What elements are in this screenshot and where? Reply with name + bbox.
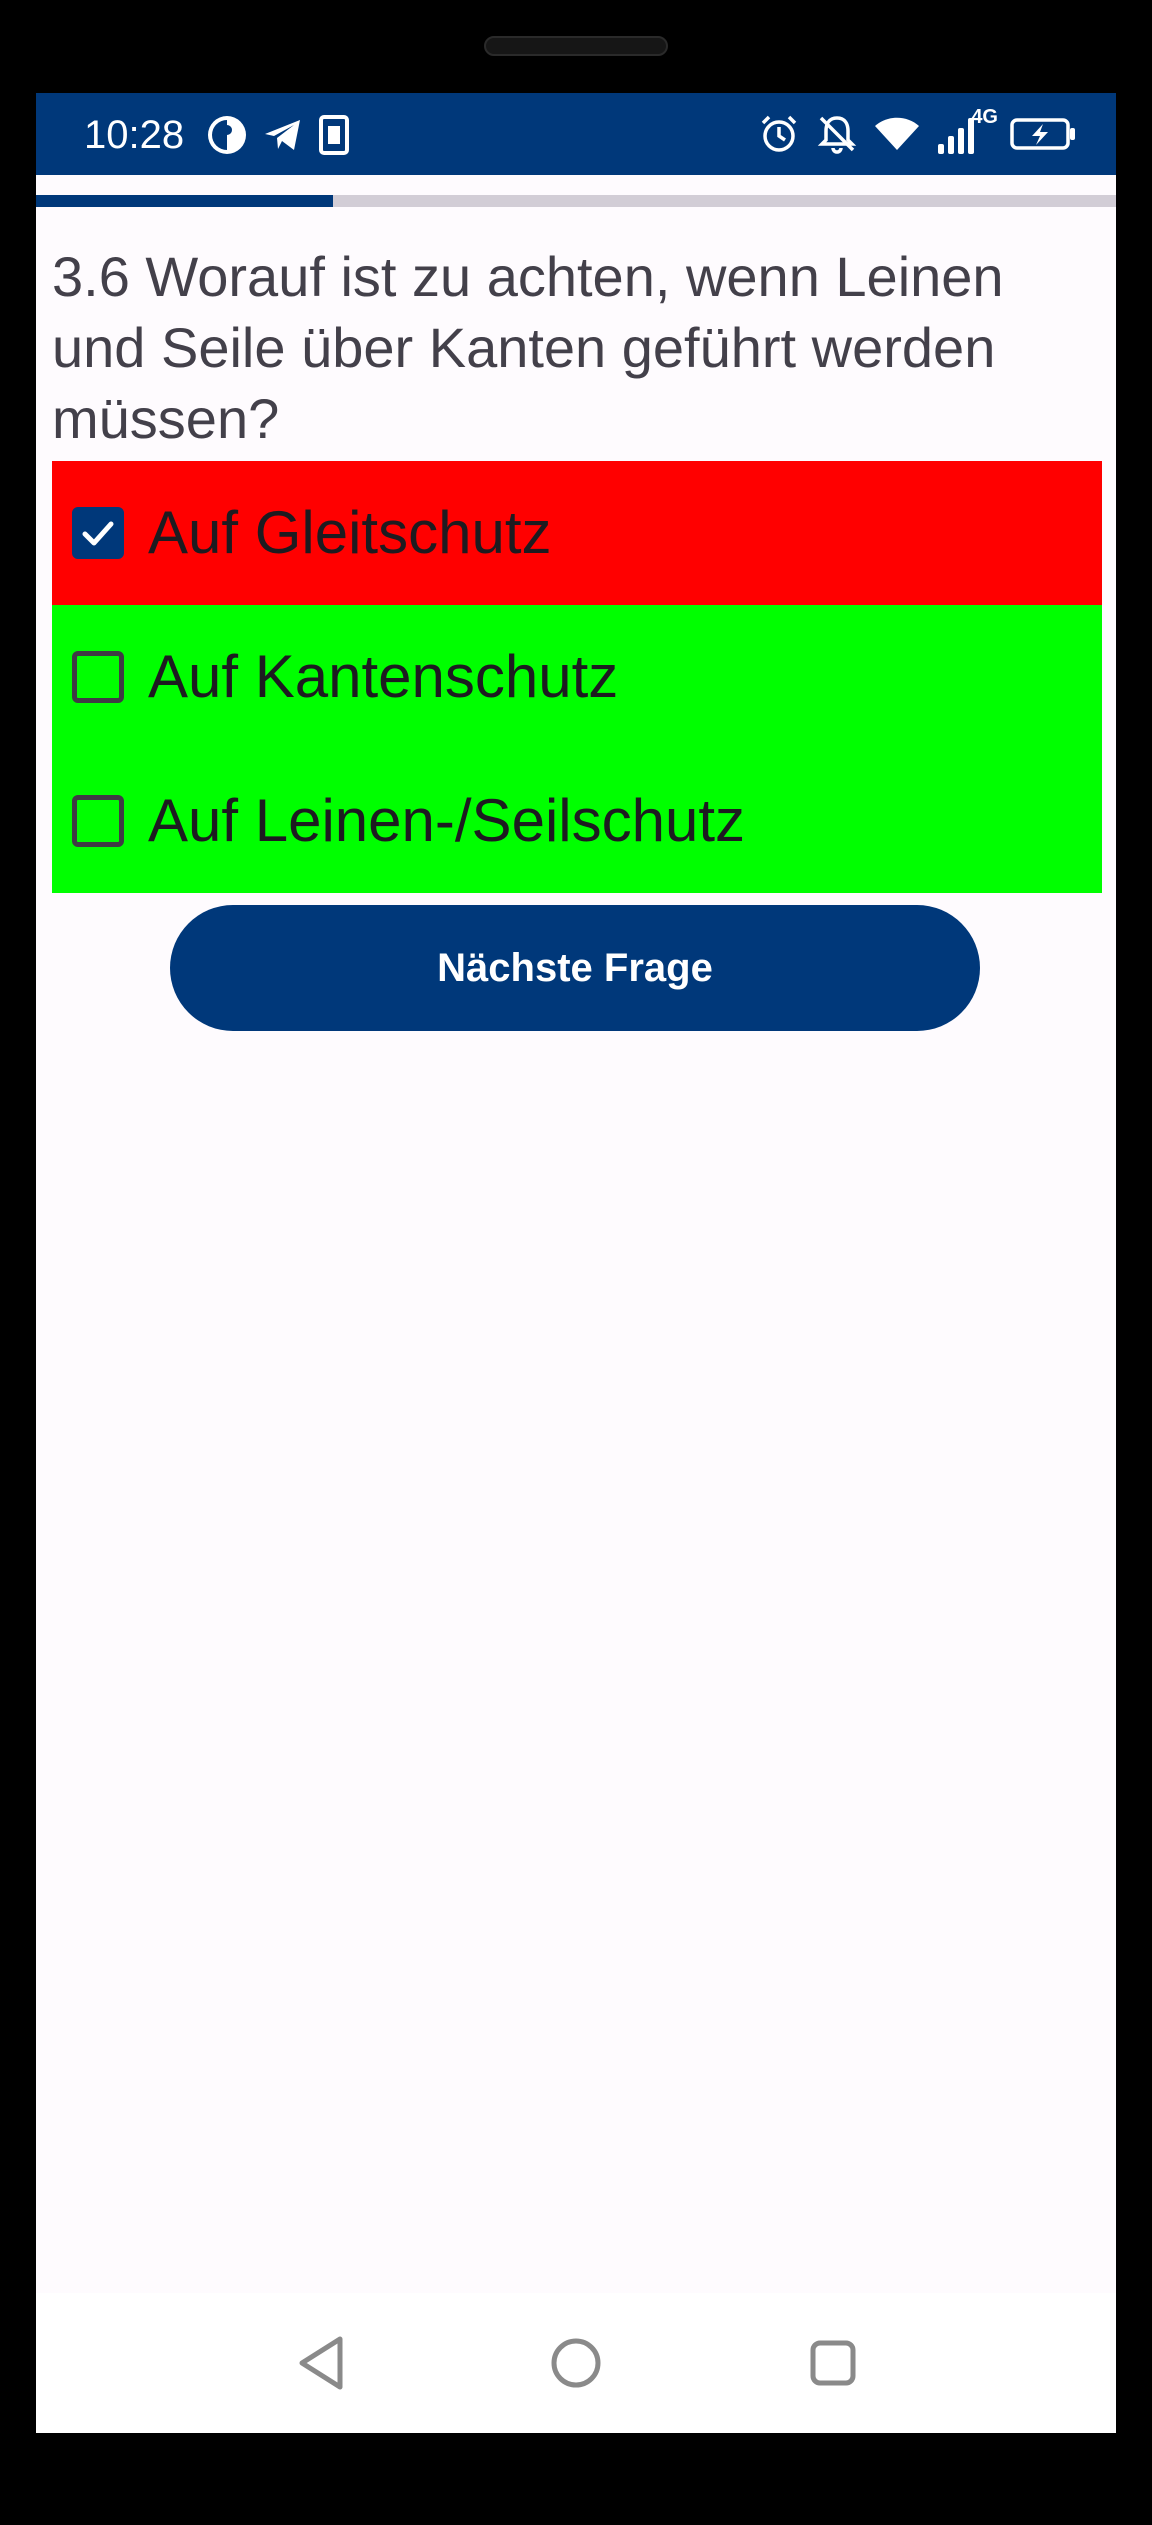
answer-label-3: Auf Leinen-/Seilschutz xyxy=(148,787,746,854)
wifi-icon xyxy=(874,114,920,154)
navigation-bar xyxy=(36,2293,1116,2433)
recents-button[interactable] xyxy=(795,2325,871,2401)
answer-option-1[interactable]: Auf Gleitschutz xyxy=(52,461,1102,605)
phone-speaker xyxy=(484,36,668,56)
home-icon xyxy=(551,2338,601,2388)
status-bar: 10:28 4G xyxy=(36,93,1116,175)
answer-checkbox-3[interactable] xyxy=(72,795,124,847)
status-left-icons xyxy=(206,113,350,157)
battery-charging-icon xyxy=(1010,117,1076,151)
alarm-icon xyxy=(758,113,800,155)
progress-bar-fill xyxy=(36,195,333,207)
answer-checkbox-2[interactable] xyxy=(72,651,124,703)
answer-label-1: Auf Gleitschutz xyxy=(148,499,552,566)
answer-list: Auf Gleitschutz Auf Kantenschutz Auf Lei… xyxy=(52,461,1102,893)
phone-frame: 10:28 4G 3.6 Worauf ist zu achten, wenn … xyxy=(0,0,1152,2525)
notifications-off-icon xyxy=(816,113,858,155)
screen: 10:28 4G 3.6 Worauf ist zu achten, wenn … xyxy=(36,93,1116,2433)
home-button[interactable] xyxy=(538,2325,614,2401)
sim-card-icon xyxy=(318,114,350,156)
progress-bar xyxy=(36,195,1116,207)
telegram-icon xyxy=(262,114,304,156)
question-text: 3.6 Worauf ist zu achten, wenn Leinen un… xyxy=(52,245,1004,450)
answer-option-3[interactable]: Auf Leinen-/Seilschutz xyxy=(52,749,1102,893)
status-right-icons: 4G xyxy=(758,106,1076,157)
back-icon xyxy=(299,2336,343,2390)
next-question-button[interactable]: Nächste Frage xyxy=(170,905,980,1031)
app-notification-icon xyxy=(206,114,248,156)
checkmark-icon xyxy=(82,521,114,546)
status-time: 10:28 xyxy=(84,113,185,157)
answer-checkbox-1[interactable] xyxy=(72,507,124,559)
network-type-label: 4G xyxy=(971,106,998,128)
answer-option-2[interactable]: Auf Kantenschutz xyxy=(52,605,1102,749)
back-button[interactable] xyxy=(283,2325,359,2401)
recents-icon xyxy=(810,2340,856,2386)
answer-label-2: Auf Kantenschutz xyxy=(148,643,619,710)
signal-icon: 4G xyxy=(936,106,998,156)
